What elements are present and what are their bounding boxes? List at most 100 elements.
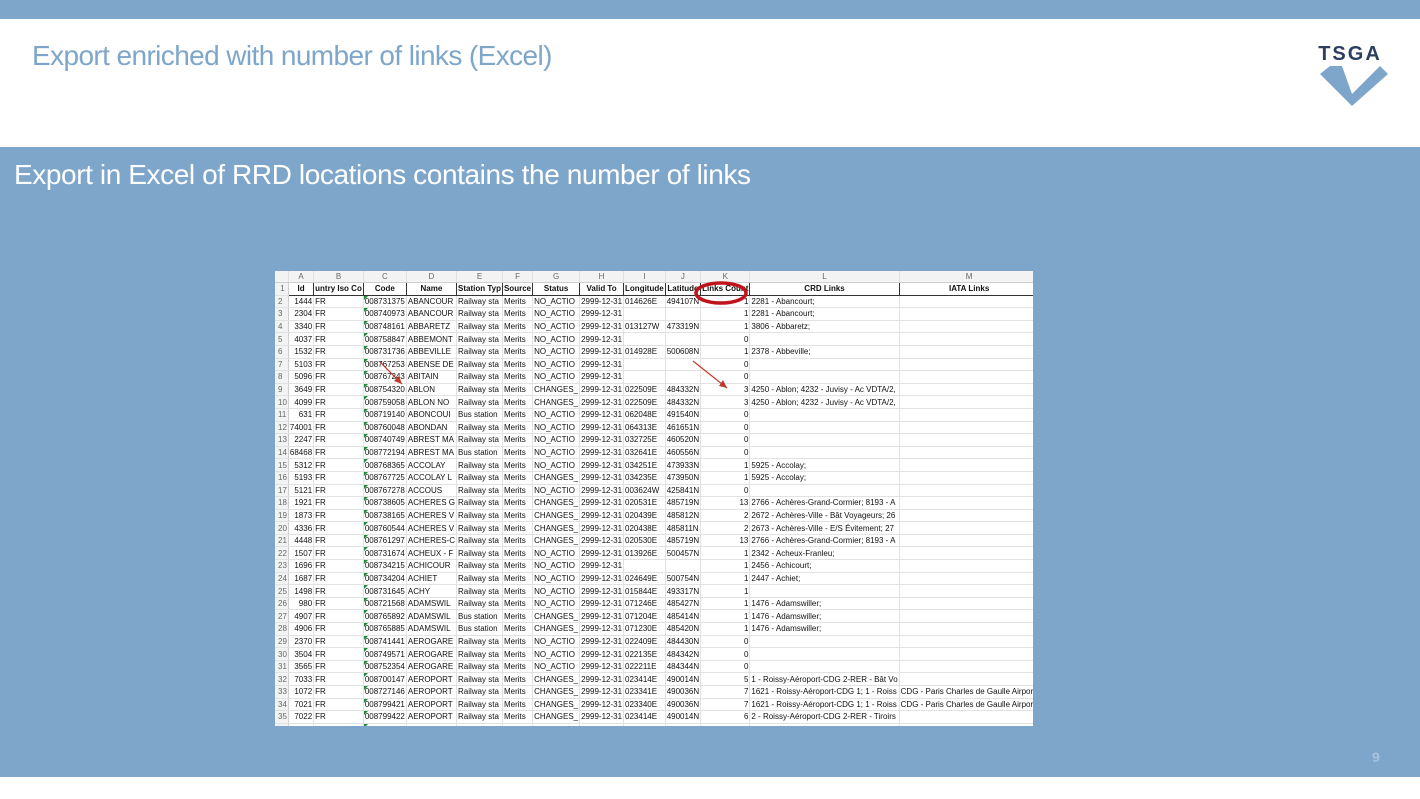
table-cell[interactable]: ADAMSWIL bbox=[406, 597, 458, 611]
table-cell[interactable]: 2999-12-31 bbox=[579, 647, 625, 661]
header-cell[interactable]: IATA Links bbox=[899, 282, 1033, 296]
table-cell[interactable]: ACHIET bbox=[406, 572, 458, 586]
table-cell[interactable] bbox=[623, 370, 666, 384]
row-number[interactable]: 36 bbox=[275, 723, 289, 726]
column-letter-c[interactable]: C bbox=[363, 271, 407, 283]
table-cell[interactable]: FR bbox=[313, 660, 364, 674]
table-cell[interactable]: Railway sta bbox=[456, 421, 503, 435]
table-cell[interactable]: ACCOLAY bbox=[406, 458, 458, 472]
table-cell[interactable]: Merits bbox=[502, 546, 534, 561]
table-cell[interactable]: Merits bbox=[502, 471, 534, 485]
table-cell[interactable]: 034251E bbox=[623, 458, 666, 472]
table-cell[interactable]: Railway sta bbox=[456, 660, 503, 674]
table-cell[interactable]: 2999-12-31 bbox=[579, 395, 625, 409]
table-cell[interactable]: 490014N bbox=[665, 710, 702, 724]
column-letter-f[interactable]: F bbox=[502, 271, 534, 283]
table-cell[interactable]: 2999-12-31 bbox=[579, 685, 625, 699]
table-cell[interactable]: 008721568 bbox=[363, 597, 407, 611]
table-cell[interactable]: Railway sta bbox=[456, 723, 503, 726]
table-cell[interactable] bbox=[899, 408, 1033, 422]
table-cell[interactable]: 2999-12-31 bbox=[579, 597, 625, 611]
column-letter-m[interactable]: M bbox=[899, 271, 1033, 283]
table-cell[interactable]: ABONCOUI bbox=[406, 408, 458, 422]
table-cell[interactable]: Merits bbox=[502, 685, 534, 699]
table-cell[interactable]: 020531E bbox=[623, 496, 666, 510]
column-letter-l[interactable]: L bbox=[749, 271, 900, 283]
table-cell[interactable]: 2999-12-31 bbox=[579, 635, 625, 649]
table-cell[interactable]: NO_ACTIO bbox=[532, 446, 581, 460]
table-cell[interactable] bbox=[899, 546, 1033, 561]
table-cell[interactable]: NO_ACTIO bbox=[532, 458, 581, 472]
table-cell[interactable]: ABREST MA bbox=[406, 433, 458, 447]
table-cell[interactable]: 1 bbox=[700, 559, 751, 573]
table-cell[interactable]: 4336 bbox=[288, 521, 315, 535]
table-cell[interactable]: 2999-12-31 bbox=[579, 332, 625, 346]
table-cell[interactable]: Merits bbox=[502, 358, 534, 372]
table-cell[interactable]: 2999-12-31 bbox=[579, 345, 625, 359]
table-cell[interactable]: Merits bbox=[502, 521, 534, 535]
table-cell[interactable]: 2999-12-31 bbox=[579, 534, 625, 548]
table-cell[interactable]: AEROPORT bbox=[406, 723, 458, 726]
table-cell[interactable]: 008758847 bbox=[363, 332, 407, 346]
row-number[interactable]: 8 bbox=[275, 370, 289, 384]
table-cell[interactable]: Railway sta bbox=[456, 710, 503, 724]
row-number[interactable]: 18 bbox=[275, 496, 289, 510]
header-cell[interactable]: Status bbox=[532, 282, 581, 296]
table-cell[interactable]: FR bbox=[313, 320, 364, 334]
table-cell[interactable]: 2999-12-31 bbox=[579, 471, 625, 485]
row-number[interactable]: 22 bbox=[275, 546, 289, 561]
table-cell[interactable]: Railway sta bbox=[456, 358, 503, 372]
table-cell[interactable]: 008727146 bbox=[363, 685, 407, 699]
table-cell[interactable]: 1 bbox=[700, 458, 751, 472]
table-cell[interactable]: 484332N bbox=[665, 383, 702, 397]
table-cell[interactable]: 5925 - Accolay; bbox=[749, 471, 900, 485]
table-cell[interactable]: 022509E bbox=[623, 383, 666, 397]
table-cell[interactable]: 74001 bbox=[288, 421, 315, 435]
table-cell[interactable]: 4037 bbox=[288, 332, 315, 346]
table-cell[interactable]: NO_ACTIO bbox=[532, 597, 581, 611]
table-cell[interactable]: 2999-12-31 bbox=[579, 710, 625, 724]
table-cell[interactable]: Railway sta bbox=[456, 698, 503, 712]
table-cell[interactable]: Merits bbox=[502, 370, 534, 384]
table-cell[interactable]: 7022 bbox=[288, 710, 315, 724]
header-cell[interactable]: Station Typ bbox=[456, 282, 503, 296]
table-cell[interactable]: 0 bbox=[700, 408, 751, 422]
table-cell[interactable]: Merits bbox=[502, 710, 534, 724]
table-cell[interactable]: ABANCOUR bbox=[406, 295, 458, 309]
table-cell[interactable]: NO_ACTIO bbox=[532, 408, 581, 422]
table-cell[interactable]: 1696 bbox=[288, 559, 315, 573]
column-letter-b[interactable]: B bbox=[313, 271, 364, 283]
table-cell[interactable]: Merits bbox=[502, 572, 534, 586]
table-cell[interactable] bbox=[749, 484, 900, 498]
table-cell[interactable]: 485414N bbox=[665, 609, 702, 624]
table-cell[interactable]: 5 bbox=[700, 672, 751, 686]
table-cell[interactable]: 014626E bbox=[623, 295, 666, 309]
table-cell[interactable]: Railway sta bbox=[456, 572, 503, 586]
table-cell[interactable]: Railway sta bbox=[456, 458, 503, 472]
table-cell[interactable] bbox=[899, 534, 1033, 548]
table-cell[interactable]: 0 bbox=[700, 332, 751, 346]
table-cell[interactable]: 491540N bbox=[665, 408, 702, 422]
table-cell[interactable]: 7021 bbox=[288, 698, 315, 712]
table-cell[interactable]: Merits bbox=[502, 584, 534, 598]
table-cell[interactable] bbox=[665, 370, 702, 384]
table-cell[interactable]: 2 bbox=[700, 509, 751, 523]
table-cell[interactable]: 020439E bbox=[623, 509, 666, 523]
table-cell[interactable] bbox=[665, 332, 702, 346]
row-number[interactable]: 7 bbox=[275, 358, 289, 372]
table-cell[interactable]: FR bbox=[313, 685, 364, 699]
table-cell[interactable]: 1 bbox=[700, 546, 751, 561]
table-cell[interactable]: Railway sta bbox=[456, 521, 503, 535]
table-cell[interactable]: 2999-12-31 bbox=[579, 546, 625, 561]
table-cell[interactable]: 13 bbox=[700, 534, 751, 548]
table-cell[interactable]: 2999-12-31 bbox=[579, 496, 625, 510]
table-cell[interactable]: 2999-12-31 bbox=[579, 622, 625, 636]
table-cell[interactable]: Merits bbox=[502, 534, 534, 548]
table-cell[interactable] bbox=[899, 559, 1033, 573]
table-cell[interactable]: Railway sta bbox=[456, 546, 503, 561]
table-cell[interactable] bbox=[899, 307, 1033, 321]
table-cell[interactable]: FR bbox=[313, 345, 364, 359]
table-cell[interactable]: ACHERES V bbox=[406, 509, 458, 523]
table-cell[interactable]: FR bbox=[313, 358, 364, 372]
table-cell[interactable]: FR bbox=[313, 609, 364, 624]
